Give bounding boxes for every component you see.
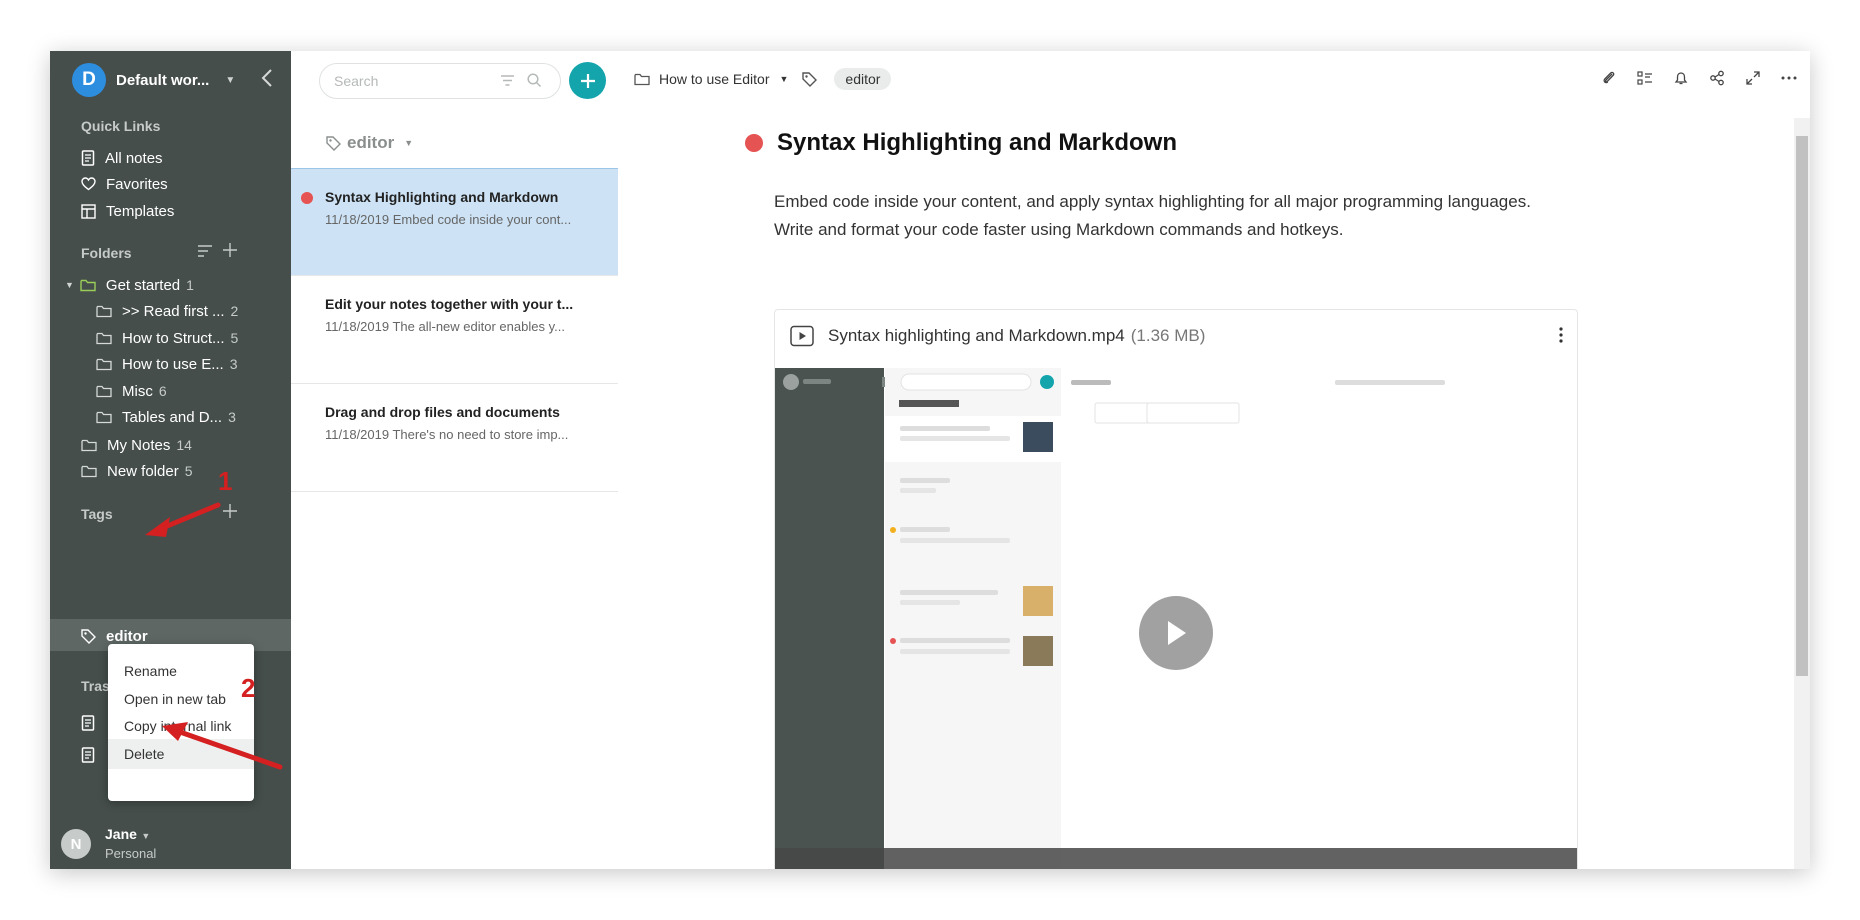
annotation-arrows (145, 502, 283, 770)
app-window: D Default wor... ▼ Quick Links All notes… (50, 51, 1810, 869)
annotation-number-2: 2 (241, 673, 256, 703)
annotation-number-1: 1 (218, 466, 233, 496)
